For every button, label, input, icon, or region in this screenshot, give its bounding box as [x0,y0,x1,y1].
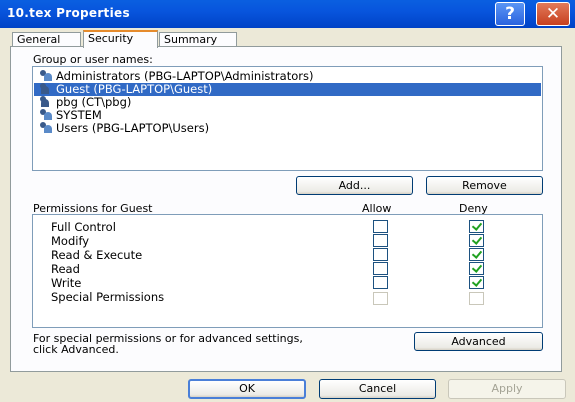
tab-general[interactable]: General [12,32,81,47]
permission-special: Special Permissions [51,290,165,304]
tab-summary[interactable]: Summary [159,32,237,47]
remove-button[interactable]: Remove [426,176,543,195]
list-item-label: Guest (PBG-LAPTOP\Guest) [56,82,213,96]
close-button[interactable]: ✕ [536,2,570,26]
deny-read-execute-checkbox[interactable] [469,248,484,261]
deny-write-checkbox[interactable] [469,276,484,289]
list-item-label: pbg (CT\pbg) [56,95,132,109]
permission-read-execute: Read & Execute [51,248,143,262]
group-user-list[interactable]: Administrators (PBG-LAPTOP\Administrator… [32,66,543,171]
deny-special-checkbox [469,292,484,305]
permission-modify: Modify [51,234,90,248]
permission-full-control: Full Control [51,220,116,234]
apply-button: Apply [448,379,566,399]
window-title: 10.tex Properties [7,6,130,20]
allow-read-execute-checkbox[interactable] [373,248,388,261]
group-icon [39,70,53,81]
cancel-button[interactable]: Cancel [319,379,436,399]
list-item-label: SYSTEM [56,108,102,122]
advanced-hint-line2: click Advanced. [33,343,119,356]
allow-special-checkbox [373,292,388,305]
deny-full-control-checkbox[interactable] [469,220,484,233]
allow-modify-checkbox[interactable] [373,234,388,247]
list-item[interactable]: Users (PBG-LAPTOP\Users) [39,122,209,135]
tab-security[interactable]: Security [83,30,158,48]
advanced-button[interactable]: Advanced [414,332,543,351]
user-icon [39,96,53,107]
deny-read-checkbox[interactable] [469,262,484,275]
group-names-label: Group or user names: [33,53,153,66]
group-icon [39,109,53,120]
ok-button[interactable]: OK [188,379,306,399]
allow-full-control-checkbox[interactable] [373,220,388,233]
permission-write: Write [51,276,82,290]
allow-write-checkbox[interactable] [373,276,388,289]
add-button[interactable]: Add... [296,176,413,195]
list-item-label: Administrators (PBG-LAPTOP\Administrator… [56,69,314,83]
help-button[interactable]: ? [495,2,525,26]
user-icon [39,83,53,94]
permission-read: Read [51,262,80,276]
group-icon [39,122,53,133]
permissions-list: Full Control Modify Read & Execute Read … [32,214,543,328]
title-bar[interactable]: 10.tex Properties ? ✕ [0,0,575,28]
list-item-label: Users (PBG-LAPTOP\Users) [56,121,210,135]
deny-modify-checkbox[interactable] [469,234,484,247]
allow-read-checkbox[interactable] [373,262,388,275]
